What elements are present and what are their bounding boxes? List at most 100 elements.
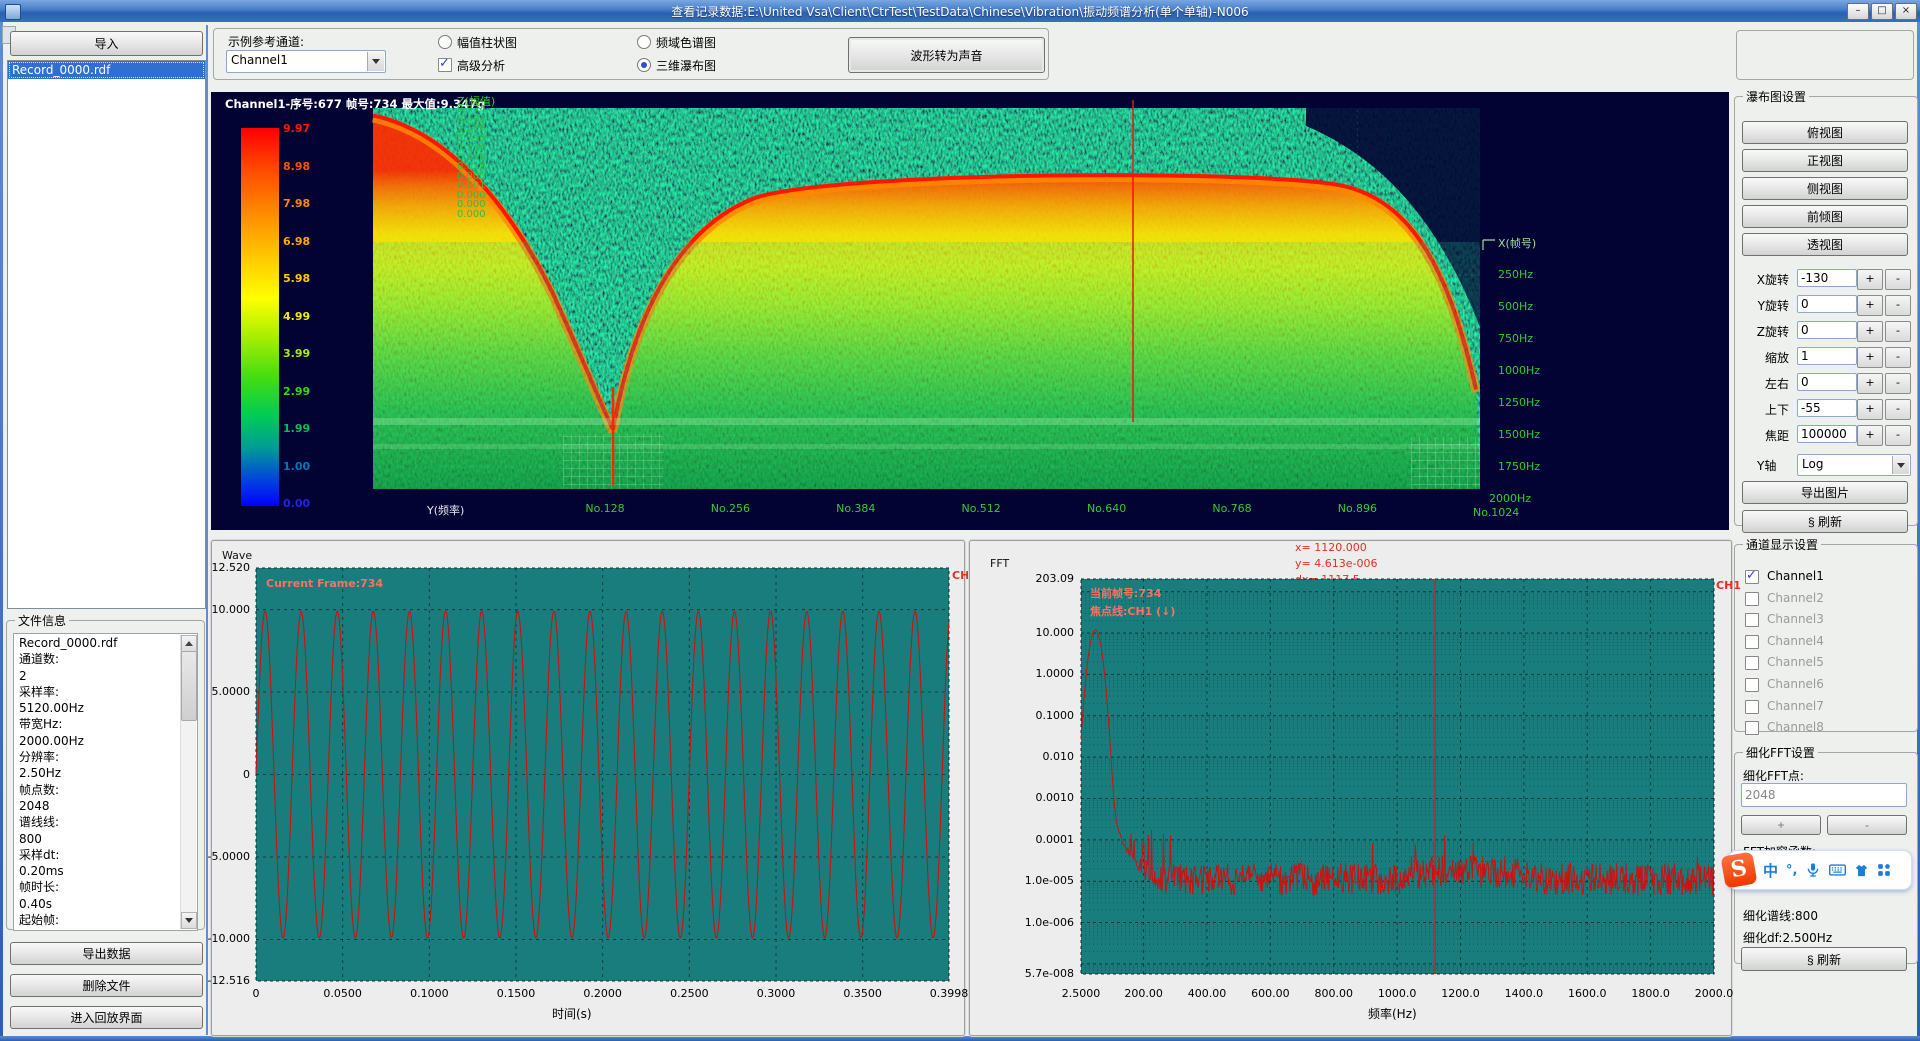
file-info-line: 2048 <box>14 798 181 814</box>
setting-input[interactable] <box>1797 347 1857 365</box>
channel-display-title: 通道显示设置 <box>1743 536 1821 553</box>
close-button[interactable]: × <box>1895 3 1917 20</box>
scroll-down-button[interactable] <box>181 912 197 929</box>
fft-x-tick: 1000.0 <box>1367 987 1427 1000</box>
channel-label: Channel8 <box>1767 720 1824 734</box>
increment-button[interactable]: + <box>1857 399 1883 420</box>
setting-input[interactable] <box>1797 373 1857 391</box>
reference-channel-value: Channel1 <box>231 53 288 67</box>
increment-button[interactable]: + <box>1857 269 1883 290</box>
freq-colormap-radio[interactable] <box>637 35 651 49</box>
channel-row[interactable]: Channel7 <box>1735 697 1917 717</box>
chevron-down-icon[interactable] <box>1892 456 1909 474</box>
channel-row[interactable]: Channel3 <box>1735 610 1917 630</box>
maximize-button[interactable]: □ <box>1871 3 1893 20</box>
channel-label: Channel7 <box>1767 699 1824 713</box>
fft-current-frame: 当前帧号:734 <box>1090 585 1161 601</box>
view-button-4[interactable]: 前倾图 <box>1742 205 1908 228</box>
punctuation-icon[interactable]: °, <box>1786 863 1797 878</box>
chinese-mode-icon[interactable]: 中 <box>1763 860 1778 881</box>
decrement-button[interactable]: - <box>1885 347 1911 368</box>
enter-replay-button[interactable]: 进入回放界面 <box>10 1006 203 1029</box>
channel-row[interactable]: Channel8 <box>1735 718 1917 738</box>
waterfall-refresh-button[interactable]: § 刷新 <box>1742 510 1908 533</box>
colorbar-tick: 3.99 <box>283 347 310 360</box>
channel-checkbox[interactable] <box>1745 700 1759 714</box>
voice-input-icon[interactable] <box>1805 861 1821 879</box>
scroll-up-button[interactable] <box>181 635 197 652</box>
increment-button[interactable]: + <box>1857 321 1883 342</box>
setting-input[interactable] <box>1797 321 1857 339</box>
decrement-button[interactable]: - <box>1885 269 1911 290</box>
fft-y-tick: 1.0e-006 <box>970 916 1074 929</box>
freq-tick: 250Hz <box>1498 268 1533 281</box>
fft-points-plus-button[interactable]: + <box>1741 815 1821 835</box>
view-button-2[interactable]: 正视图 <box>1742 149 1908 172</box>
channel-checkbox[interactable] <box>1745 721 1759 735</box>
soft-keyboard-icon[interactable] <box>1829 863 1846 877</box>
colorbar-tick: 5.98 <box>283 272 310 285</box>
title-bar[interactable]: 查看记录数据:E:\United Vsa\Client\CtrTest\Test… <box>0 0 1920 22</box>
file-list[interactable]: Record_0000.rdf <box>7 60 206 609</box>
fft-points-minus-button[interactable]: - <box>1827 815 1907 835</box>
advanced-analysis-checkbox[interactable] <box>438 58 452 72</box>
zoom-fft-refresh-button[interactable]: § 刷新 <box>1741 947 1907 971</box>
file-info-scrollbar[interactable] <box>180 635 196 929</box>
channel-checkbox[interactable] <box>1745 613 1759 627</box>
decrement-button[interactable]: - <box>1885 425 1911 446</box>
colorbar-tick: 1.00 <box>283 460 310 473</box>
increment-button[interactable]: + <box>1857 425 1883 446</box>
export-image-button[interactable]: 导出图片 <box>1742 481 1908 504</box>
channel-row[interactable]: Channel2 <box>1735 589 1917 609</box>
fft-y-tick: 1.0000 <box>970 667 1074 680</box>
channel-row[interactable]: Channel5 <box>1735 653 1917 673</box>
skin-icon[interactable] <box>1854 863 1869 878</box>
view-button-1[interactable]: 俯视图 <box>1742 121 1908 144</box>
freq-tick: 500Hz <box>1498 300 1533 313</box>
top-right-empty-group <box>1736 30 1914 80</box>
minimize-button[interactable]: – <box>1847 3 1869 20</box>
app-window: 查看记录数据:E:\United Vsa\Client\CtrTest\Test… <box>0 0 1920 1041</box>
wave-x-tick: 0.2500 <box>659 987 719 1000</box>
wave-plot-area[interactable] <box>212 541 964 1035</box>
channel-checkbox[interactable] <box>1745 678 1759 692</box>
increment-button[interactable]: + <box>1857 373 1883 394</box>
ime-toolbar[interactable]: S 中 °, <box>1728 850 1912 890</box>
y-axis-mode-select[interactable]: Log <box>1797 454 1911 476</box>
amplitude-bar-radio[interactable] <box>438 35 452 49</box>
channel-checkbox[interactable] <box>1745 592 1759 606</box>
chevron-down-icon[interactable] <box>367 52 384 71</box>
channel-checkbox[interactable] <box>1745 656 1759 670</box>
frame-tick: No.256 <box>706 502 754 515</box>
setting-input[interactable] <box>1797 295 1857 313</box>
setting-input[interactable] <box>1797 399 1857 417</box>
wave-to-sound-button[interactable]: 波形转为声音 <box>848 37 1045 73</box>
setting-input[interactable] <box>1797 425 1857 443</box>
increment-button[interactable]: + <box>1857 347 1883 368</box>
channel-row[interactable]: Channel1 <box>1735 567 1917 587</box>
reference-channel-select[interactable]: Channel1 <box>226 50 386 73</box>
decrement-button[interactable]: - <box>1885 321 1911 342</box>
setting-label: 左右 <box>1735 375 1789 392</box>
decrement-button[interactable]: - <box>1885 373 1911 394</box>
waterfall-3d-radio[interactable] <box>637 58 651 72</box>
view-button-5[interactable]: 透视图 <box>1742 233 1908 256</box>
fft-points-input[interactable] <box>1741 783 1907 807</box>
decrement-button[interactable]: - <box>1885 399 1911 420</box>
import-button[interactable]: 导入 <box>10 31 203 56</box>
file-item[interactable]: Record_0000.rdf <box>8 61 205 79</box>
setting-input[interactable] <box>1797 269 1857 287</box>
view-button-3[interactable]: 侧视图 <box>1742 177 1908 200</box>
toolbox-icon[interactable] <box>1877 863 1891 877</box>
channel-row[interactable]: Channel4 <box>1735 632 1917 652</box>
increment-button[interactable]: + <box>1857 295 1883 316</box>
decrement-button[interactable]: - <box>1885 295 1911 316</box>
y-axis-mode-value: Log <box>1802 457 1823 471</box>
channel-row[interactable]: Channel6 <box>1735 675 1917 695</box>
zoom-lines-text: 细化谱线:800 <box>1743 907 1818 924</box>
sogou-logo-icon[interactable]: S <box>1720 851 1757 888</box>
channel-checkbox[interactable] <box>1745 635 1759 649</box>
file-info-box[interactable]: Record_0000.rdf通道数:2采样率:5120.00Hz带宽Hz:20… <box>13 633 198 931</box>
fft-plot-area[interactable] <box>970 541 1731 1035</box>
channel-checkbox[interactable] <box>1745 570 1759 584</box>
